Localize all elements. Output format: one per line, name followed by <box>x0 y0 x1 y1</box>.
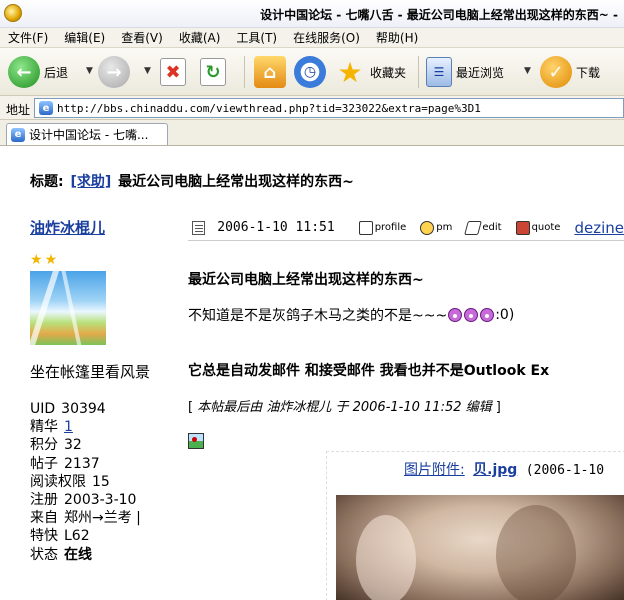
back-label: 后退 <box>44 65 69 80</box>
toolbar: ← 后退 ▼ → ▼ ✖ ↻ ⌂ ◷ ★ 收藏夹 ☰ 最近浏览 ▼ ✓ 下载 <box>0 48 624 96</box>
forward-arrow-icon: → <box>98 56 130 88</box>
address-url: http://bbs.chinaddu.com/viewthread.php?t… <box>57 101 481 115</box>
author-name-link[interactable]: 油炸冰棍儿 <box>30 217 105 238</box>
window-title: 设计中国论坛 - 七嘴八舌 - 最近公司电脑上经常出现这样的东西~ - <box>260 8 618 22</box>
tab-favicon-icon: e <box>11 127 25 142</box>
menu-view[interactable]: 查看(V) <box>121 29 163 46</box>
attachment-label[interactable]: 图片附件: <box>404 462 465 478</box>
thread-tag-link[interactable]: [求助] <box>70 174 111 190</box>
menu-tools[interactable]: 工具(T) <box>236 29 277 46</box>
smiley-icon <box>464 308 479 322</box>
image-attachment-icon <box>188 433 204 449</box>
clock-icon: ◷ <box>294 56 326 88</box>
post-document-icon <box>192 220 206 235</box>
browser-logo-icon <box>4 4 22 22</box>
download-label: 下载 <box>576 65 601 80</box>
download-button[interactable]: ✓ 下载 <box>540 54 600 90</box>
post-edit-note: [ 本帖最后由 油炸冰棍儿 于 2006-1-10 11:52 编辑 ] <box>188 400 501 415</box>
quote-icon <box>515 220 530 235</box>
menu-favorites[interactable]: 收藏(A) <box>179 29 221 46</box>
download-check-icon: ✓ <box>540 56 572 88</box>
forward-button[interactable]: → <box>98 54 130 90</box>
stop-button[interactable]: ✖ <box>160 54 186 90</box>
stat-points: 积分 32 <box>30 437 82 454</box>
post-body-line-2: 它总是自动发邮件 和接受邮件 我看也并不是Outlook Ex <box>188 363 550 379</box>
attachment-image[interactable] <box>336 495 624 600</box>
edit-icon <box>464 220 483 235</box>
star-icon: ★ <box>337 55 363 89</box>
post-body-line-1: 不知道是不是灰鸽子木马之类的不是~~~ :0) <box>188 307 515 324</box>
home-button[interactable]: ⌂ <box>254 54 286 90</box>
smiley-icon <box>448 308 463 322</box>
stat-digest: 精华 1 <box>30 419 73 436</box>
window-titlebar: 设计中国论坛 - 七嘴八舌 - 最近公司电脑上经常出现这样的东西~ - <box>0 0 624 28</box>
thread-title-text: 最近公司电脑上经常出现这样的东西~ <box>118 174 354 190</box>
post-meta-bar: 2006-1-10 11:51 profile pm edit quote de… <box>188 215 624 241</box>
menu-help[interactable]: 帮助(H) <box>376 29 418 46</box>
recent-label: 最近浏览 <box>456 65 505 80</box>
home-icon: ⌂ <box>254 56 286 88</box>
author-rank-stars: ★ ★ <box>30 253 57 267</box>
stop-icon: ✖ <box>160 58 186 86</box>
back-dropdown-icon[interactable]: ▼ <box>86 66 93 76</box>
post-subject: 最近公司电脑上经常出现这样的东西~ <box>188 272 424 288</box>
refresh-icon: ↻ <box>200 58 226 86</box>
menu-edit[interactable]: 编辑(E) <box>64 29 105 46</box>
digest-count-link[interactable]: 1 <box>64 419 73 435</box>
menu-file[interactable]: 文件(F) <box>8 29 48 46</box>
smiley-icon <box>480 308 495 322</box>
favorites-label: 收藏夹 <box>370 65 407 80</box>
recent-pages-icon: ☰ <box>426 57 452 87</box>
stat-status: 状态 在线 <box>30 546 92 563</box>
menu-online-services[interactable]: 在线服务(O) <box>293 29 360 46</box>
attachment-date: (2006-1-10 <box>525 463 605 478</box>
quote-button[interactable]: quote <box>515 220 560 235</box>
author-stats: UID 30394 精华 1 积分 32 帖子 2137 阅读权限 15 注册 2003-3… <box>30 400 141 564</box>
back-button[interactable]: ← 后退 <box>8 54 68 90</box>
toolbar-separator <box>418 56 419 88</box>
back-arrow-icon: ← <box>8 56 40 88</box>
pm-icon <box>420 220 435 235</box>
tab-current[interactable]: e 设计中国论坛 - 七嘴... <box>6 123 168 145</box>
star-icon: ★ <box>30 252 43 268</box>
page-content: 标题: [求助] 最近公司电脑上经常出现这样的东西~ 油炸冰棍儿 ★ ★ 坐在帐… <box>0 147 624 600</box>
forward-dropdown-icon[interactable]: ▼ <box>144 66 151 76</box>
history-button[interactable]: ◷ <box>294 54 326 90</box>
profile-icon <box>358 220 373 235</box>
address-input[interactable]: e http://bbs.chinaddu.com/viewthread.php… <box>34 98 624 118</box>
attachment-caption: 图片附件: 贝.jpg (2006-1-10 <box>404 459 604 479</box>
favorites-button[interactable]: ★ 收藏夹 <box>334 54 406 90</box>
profile-button[interactable]: profile <box>358 220 406 235</box>
pm-button[interactable]: pm <box>420 220 452 235</box>
thread-title-prefix: 标题: <box>30 174 64 190</box>
avatar[interactable] <box>30 271 106 345</box>
extra-link[interactable]: dezine <box>574 219 624 237</box>
star-icon: ★ <box>44 252 58 268</box>
stat-posts: 帖子 2137 <box>30 455 100 472</box>
refresh-button[interactable]: ↻ <box>200 54 226 90</box>
stat-registered: 注册 2003-3-10 <box>30 492 137 509</box>
recent-dropdown-icon[interactable]: ▼ <box>524 66 531 76</box>
page-favicon-icon: e <box>39 101 53 115</box>
stat-read-permission: 阅读权限 15 <box>30 473 110 490</box>
stat-from: 来自 郑州→兰考 | <box>30 510 141 527</box>
thread-title: 标题: [求助] 最近公司电脑上经常出现这样的东西~ <box>30 171 354 191</box>
author-custom-title: 坐在帐篷里看风景 <box>30 363 151 381</box>
attachment-file-link[interactable]: 贝.jpg <box>473 462 517 478</box>
stat-uid: UID 30394 <box>30 401 106 417</box>
menu-bar: 文件(F) 编辑(E) 查看(V) 收藏(A) 工具(T) 在线服务(O) 帮助… <box>0 28 624 48</box>
edit-button[interactable]: edit <box>464 220 502 235</box>
address-label: 地址 <box>6 103 31 117</box>
address-bar: 地址 e http://bbs.chinaddu.com/viewthread.… <box>0 96 624 120</box>
post-time: 2006-1-10 11:51 <box>217 220 335 235</box>
stat-express: 特快 L62 <box>30 528 90 545</box>
toolbar-separator <box>244 56 245 88</box>
tab-strip: e 设计中国论坛 - 七嘴... <box>0 120 624 146</box>
recent-button[interactable]: ☰ 最近浏览 <box>426 54 504 90</box>
tab-label: 设计中国论坛 - 七嘴... <box>29 128 149 142</box>
